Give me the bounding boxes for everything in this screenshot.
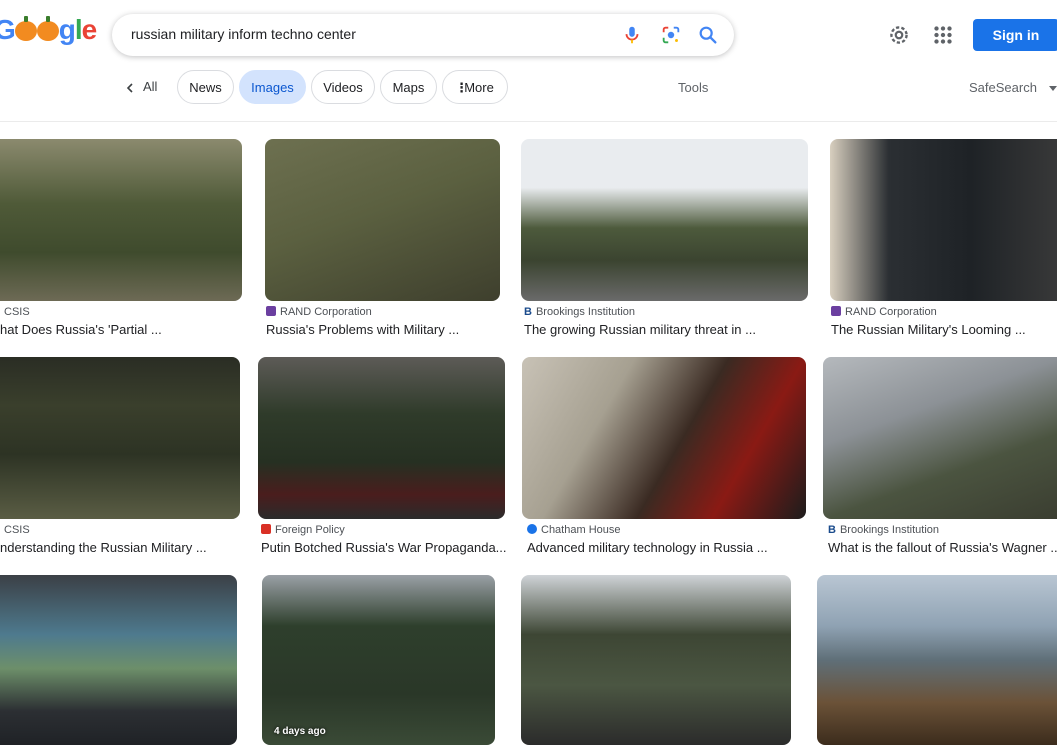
- result-thumbnail[interactable]: [0, 575, 237, 745]
- result-source[interactable]: RAND Corporation: [266, 306, 372, 318]
- brookings-favicon: B: [828, 524, 836, 536]
- result-thumbnail[interactable]: [258, 357, 505, 519]
- pumpkin-icon: [36, 16, 59, 41]
- result-source[interactable]: CSIS: [4, 306, 30, 318]
- tab-news[interactable]: News: [177, 70, 234, 104]
- search-input[interactable]: russian military inform techno center: [131, 26, 356, 42]
- tab-videos[interactable]: Videos: [311, 70, 375, 104]
- header-divider: [0, 121, 1057, 122]
- rand-favicon: [266, 306, 276, 316]
- apps-grid-icon[interactable]: [930, 22, 956, 48]
- chevron-left-icon[interactable]: [125, 83, 135, 93]
- result-source[interactable]: B Brookings Institution: [524, 306, 635, 318]
- age-badge: 4 days ago: [274, 726, 326, 737]
- lens-icon[interactable]: [660, 24, 682, 46]
- more-vert-icon: ⋮: [455, 80, 468, 95]
- microphone-icon[interactable]: [621, 24, 643, 46]
- result-thumbnail[interactable]: [521, 575, 791, 745]
- result-source[interactable]: Foreign Policy: [261, 524, 345, 536]
- result-source[interactable]: CSIS: [4, 524, 30, 536]
- tools-button[interactable]: Tools: [678, 80, 708, 95]
- result-title[interactable]: nderstanding the Russian Military ...: [0, 540, 207, 555]
- search-box[interactable]: russian military inform techno center: [112, 14, 734, 56]
- result-thumbnail[interactable]: [265, 139, 500, 301]
- result-source[interactable]: B Brookings Institution: [828, 524, 939, 536]
- result-thumbnail[interactable]: [522, 357, 806, 519]
- result-title[interactable]: The Russian Military's Looming ...: [831, 322, 1026, 337]
- pumpkin-icon: [14, 16, 37, 41]
- result-title[interactable]: Putin Botched Russia's War Propaganda...: [261, 540, 507, 555]
- rand-favicon: [831, 306, 841, 316]
- tab-maps[interactable]: Maps: [380, 70, 437, 104]
- foreign-policy-favicon: [261, 524, 271, 534]
- result-source[interactable]: RAND Corporation: [831, 306, 937, 318]
- result-title[interactable]: Russia's Problems with Military ...: [266, 322, 459, 337]
- chatham-house-favicon: [527, 524, 537, 534]
- result-thumbnail[interactable]: [830, 139, 1057, 301]
- tab-images[interactable]: Images: [239, 70, 306, 104]
- result-title[interactable]: hat Does Russia's 'Partial ...: [0, 322, 162, 337]
- result-title[interactable]: Advanced military technology in Russia .…: [527, 540, 768, 555]
- safesearch-button[interactable]: SafeSearch: [969, 80, 1057, 95]
- search-tabs: All News Images Videos Maps ⋮ More Tools…: [0, 70, 1057, 106]
- brookings-favicon: B: [524, 306, 532, 318]
- result-thumbnail[interactable]: [0, 357, 240, 519]
- result-thumbnail[interactable]: [817, 575, 1057, 745]
- settings-gear-icon[interactable]: [886, 22, 912, 48]
- result-thumbnail[interactable]: 4 days ago: [262, 575, 495, 745]
- google-logo[interactable]: Ggle: [0, 14, 97, 46]
- result-source[interactable]: Chatham House: [527, 524, 621, 536]
- tab-all[interactable]: All: [143, 79, 157, 94]
- result-title[interactable]: The growing Russian military threat in .…: [524, 322, 756, 337]
- result-thumbnail[interactable]: [0, 139, 242, 301]
- tab-more[interactable]: ⋮ More: [442, 70, 508, 104]
- result-thumbnail[interactable]: [823, 357, 1057, 519]
- search-icon[interactable]: [697, 24, 719, 46]
- result-title[interactable]: What is the fallout of Russia's Wagner .…: [828, 540, 1057, 555]
- dropdown-arrow-icon: [1048, 86, 1057, 91]
- sign-in-button[interactable]: Sign in: [973, 19, 1057, 51]
- result-thumbnail[interactable]: [521, 139, 808, 301]
